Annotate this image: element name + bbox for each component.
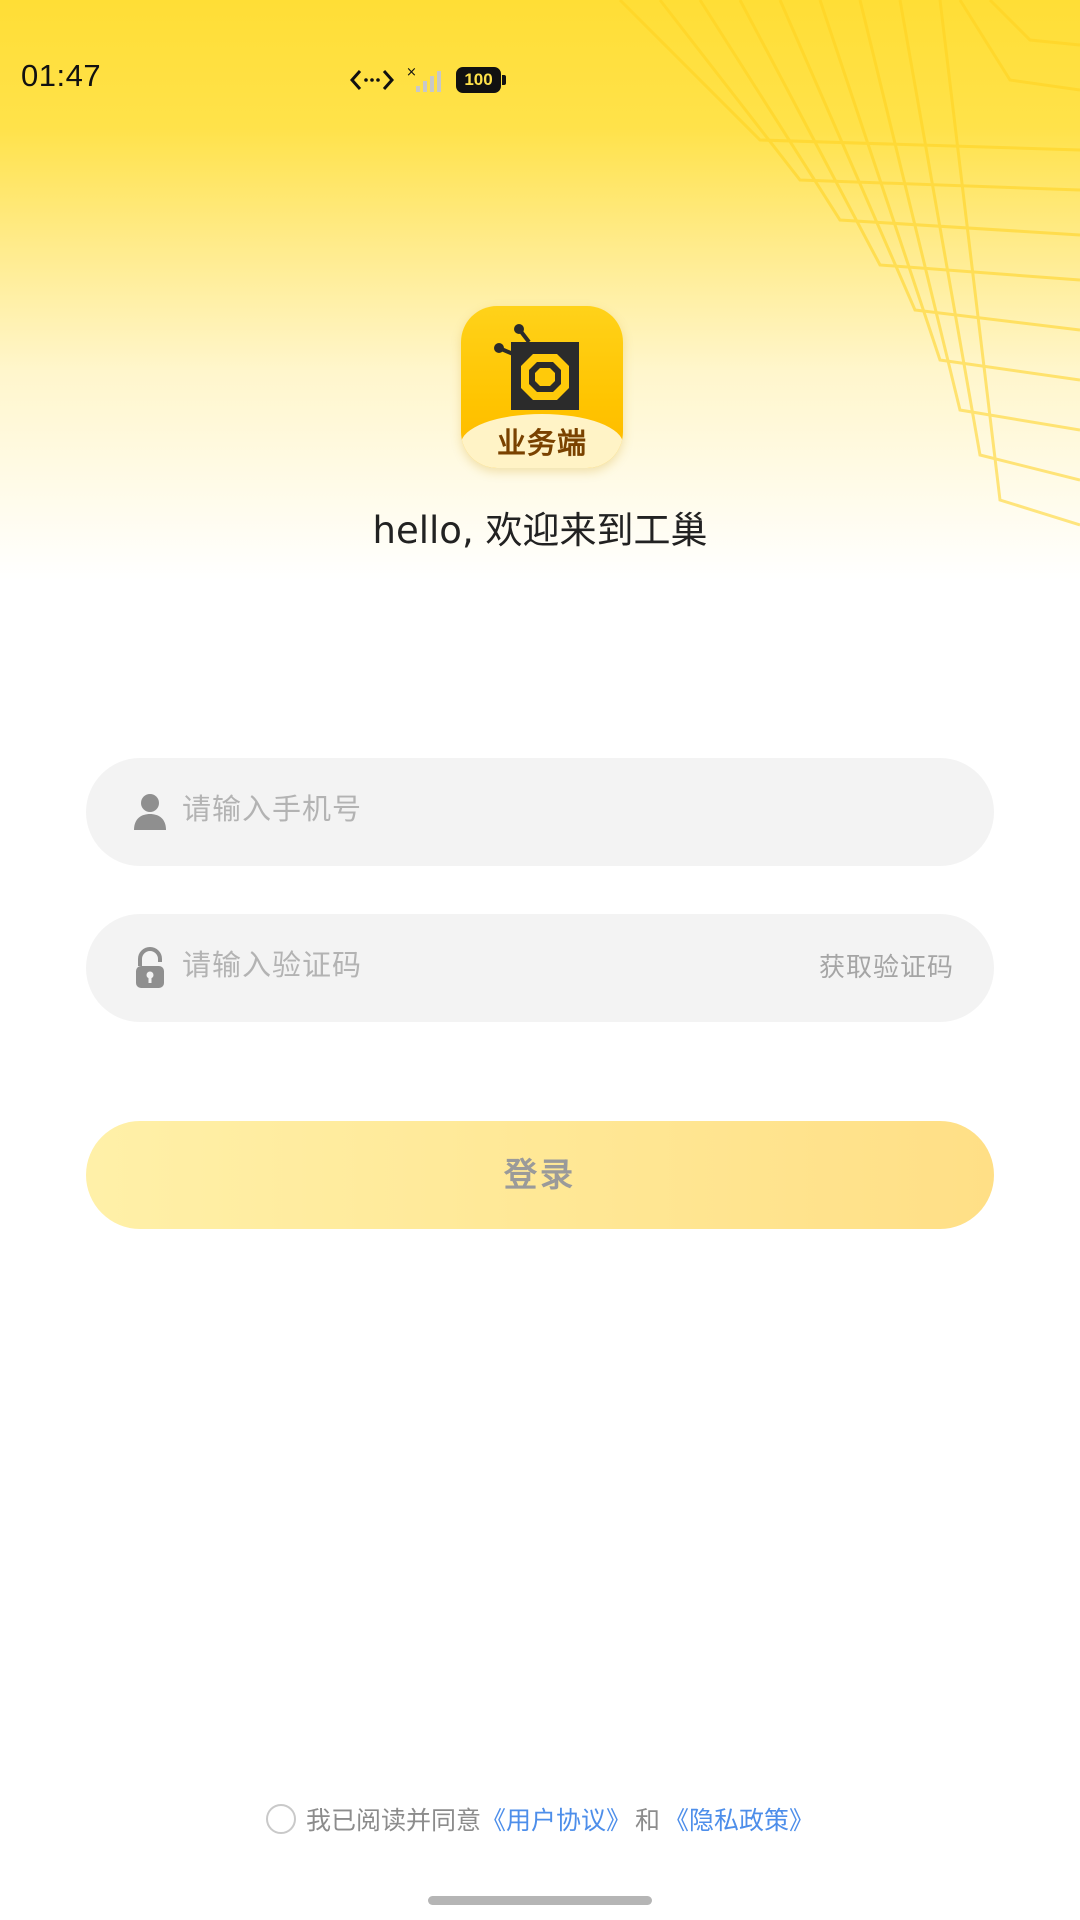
welcome-title: hello, 欢迎来到工巢 [372,509,708,552]
data-transfer-icon [350,70,394,90]
agreement-conjunction: 和 [635,1806,661,1835]
phone-input[interactable]: 请输入手机号 [86,758,994,866]
status-icons: × 100 [350,60,506,100]
agreement-checkbox[interactable] [265,1804,296,1834]
hive-logo-icon [494,324,579,410]
app-badge-label: 业务端 [496,426,587,460]
privacy-policy-link[interactable]: 《隐私政策》 [664,1801,814,1837]
phone-placeholder: 请输入手机号 [182,792,363,826]
agreement-prefix: 我已阅读并同意 [305,1806,481,1835]
battery-icon: 100 [456,67,506,93]
user-agreement-link[interactable]: 《用户协议》 [481,1801,631,1837]
svg-text:×: × [406,65,417,80]
login-button[interactable]: 登录 [86,1121,994,1229]
status-bar: 01:47 × 100 [0,52,1080,108]
user-icon [134,794,166,830]
home-indicator[interactable] [428,1896,652,1905]
get-code-button[interactable]: 获取验证码 [819,947,954,984]
agreement-row: 我已阅读并同意 《用户协议》 和 《隐私政策》 [0,1799,1080,1839]
verification-code-input[interactable]: 请输入验证码 获取验证码 [86,914,994,1022]
signal-no-service-icon: × [406,65,441,92]
status-time: 01:47 [21,58,102,93]
app-logo: 业务端 [461,306,623,468]
battery-level: 100 [464,70,493,89]
code-placeholder: 请输入验证码 [182,948,363,982]
lock-icon [136,947,164,988]
